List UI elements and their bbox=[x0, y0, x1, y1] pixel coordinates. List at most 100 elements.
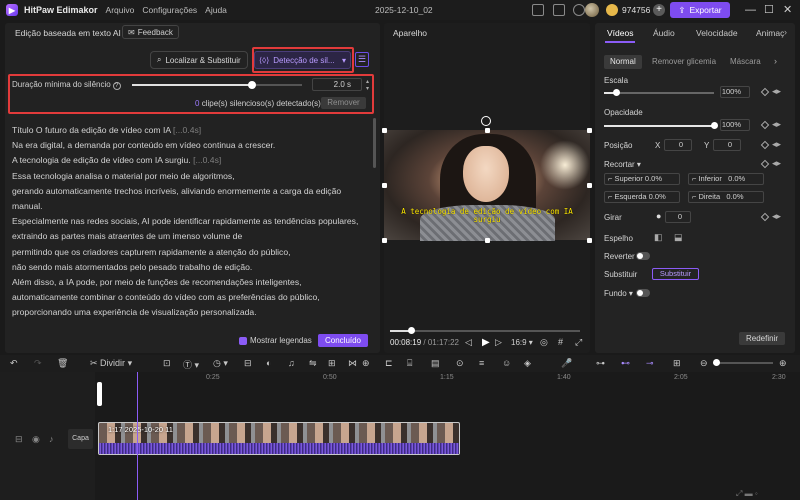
screen-icon[interactable] bbox=[532, 4, 544, 16]
scale-value[interactable]: 100% bbox=[720, 86, 750, 98]
freeze-icon[interactable]: ⊡ bbox=[163, 358, 171, 369]
resize-handle[interactable] bbox=[587, 128, 592, 133]
rotate-dial-icon[interactable]: ● bbox=[656, 211, 661, 221]
playhead[interactable] bbox=[137, 372, 138, 500]
settings-icon[interactable] bbox=[573, 4, 585, 16]
subtab-remove-background[interactable]: Remover glicemia bbox=[652, 55, 716, 69]
tab-animation[interactable]: Animaç bbox=[756, 28, 784, 38]
done-button[interactable]: Concluído bbox=[318, 334, 368, 347]
transcript-line[interactable]: Título O futuro da edição de vídeo com I… bbox=[12, 123, 367, 138]
export-button[interactable]: ⇪ Exportar bbox=[670, 2, 730, 18]
zoom-in-icon[interactable]: ⊕ bbox=[779, 358, 787, 369]
close-icon[interactable]: ✕ bbox=[783, 4, 792, 16]
mirror-tool-icon[interactable]: ⇋ bbox=[309, 358, 317, 369]
playback-progress[interactable] bbox=[390, 330, 580, 332]
transcript-line[interactable]: permitindo que os criadores capturem rap… bbox=[12, 245, 367, 260]
position-x-value[interactable]: 0 bbox=[664, 139, 692, 151]
grid-icon[interactable]: # bbox=[558, 337, 563, 347]
track-visibility-icon[interactable]: ◉ bbox=[32, 434, 40, 445]
remove-button[interactable]: Remover bbox=[321, 97, 366, 109]
split-button[interactable]: ✂ Dividir ▾ bbox=[90, 358, 132, 369]
microphone-icon[interactable]: 🎤 bbox=[561, 358, 572, 369]
transcript-scrollbar[interactable] bbox=[373, 118, 376, 168]
speed-icon[interactable]: ◷ ▾ bbox=[213, 358, 228, 369]
scale-slider-knob[interactable] bbox=[613, 89, 620, 96]
crop-left[interactable]: ⌐ Esquerda 0.0% bbox=[604, 191, 680, 203]
caption-icon[interactable]: ▤ bbox=[431, 358, 440, 369]
expand-icon[interactable]: ⤢ ▬ ◦ bbox=[736, 489, 758, 499]
ai-icon[interactable]: ⊕ bbox=[362, 358, 370, 369]
transition-icon[interactable]: ⋈ bbox=[348, 358, 357, 369]
crop-bottom[interactable]: ⌐ Inferior 0.0% bbox=[688, 173, 764, 185]
min-silence-slider-knob[interactable] bbox=[248, 81, 256, 89]
resize-handle[interactable] bbox=[587, 238, 592, 243]
caption-settings-icon[interactable]: ☰ bbox=[355, 52, 369, 67]
ratio-icon[interactable]: ⊞ bbox=[328, 358, 336, 369]
background-label[interactable]: Fundo ▾ bbox=[604, 289, 633, 298]
subtitle-icon[interactable]: ⌸ bbox=[407, 358, 412, 369]
layers-icon[interactable]: ≡ bbox=[479, 358, 484, 368]
link-icon[interactable]: ⊶ bbox=[596, 358, 605, 369]
resize-handle[interactable] bbox=[587, 183, 592, 188]
sticker-icon[interactable]: ☺ bbox=[502, 358, 511, 368]
transcript-text[interactable]: Título O futuro da edição de vídeo com I… bbox=[12, 123, 367, 321]
stepper-icon[interactable]: ▴ ▾ bbox=[366, 78, 369, 92]
avatar[interactable] bbox=[585, 3, 599, 17]
playhead-handle[interactable] bbox=[97, 382, 102, 406]
ai-tools-icon[interactable]: ◈ bbox=[524, 358, 531, 369]
subtab-normal[interactable]: Normal bbox=[604, 55, 642, 69]
next-frame-icon[interactable]: ▷ bbox=[495, 337, 502, 348]
resize-handle[interactable] bbox=[382, 128, 387, 133]
add-credits-button[interactable]: + bbox=[653, 4, 665, 16]
color-icon[interactable]: ◐ bbox=[266, 358, 271, 368]
reset-icon[interactable]: ◂▸ bbox=[772, 86, 781, 97]
reset-icon[interactable]: ◂▸ bbox=[772, 211, 781, 222]
show-captions-checkbox[interactable] bbox=[239, 337, 247, 345]
zoom-slider-knob[interactable] bbox=[713, 359, 720, 366]
undo-icon[interactable]: ↶ bbox=[10, 358, 18, 369]
chevron-right-icon[interactable]: › bbox=[784, 27, 787, 37]
resize-handle[interactable] bbox=[485, 128, 490, 133]
mail-icon[interactable] bbox=[553, 4, 565, 16]
transcript-line[interactable]: proporcionando uma experiência de visual… bbox=[12, 305, 367, 320]
position-y-value[interactable]: 0 bbox=[713, 139, 741, 151]
zoom-out-icon[interactable]: ⊖ bbox=[700, 358, 708, 369]
playback-progress-knob[interactable] bbox=[408, 327, 415, 334]
transcript-line[interactable]: Além disso, a IA pode, por meio de funçõ… bbox=[12, 275, 367, 290]
snap-icon[interactable]: ⊷ bbox=[621, 358, 630, 369]
reset-button[interactable]: Redefinir bbox=[739, 332, 785, 345]
magnet-icon[interactable]: ⊸ bbox=[646, 358, 654, 369]
scale-slider[interactable] bbox=[604, 92, 714, 94]
crop-icon[interactable]: ⊟ bbox=[244, 358, 252, 369]
track-mute-icon[interactable]: ♪ bbox=[49, 434, 54, 444]
track-icon[interactable]: ⊞ bbox=[673, 358, 681, 369]
fullscreen-icon[interactable]: ⤢ bbox=[575, 337, 582, 348]
redo-icon[interactable]: ↷ bbox=[34, 358, 42, 369]
transcript-line[interactable]: Essa tecnologia analisa o material por m… bbox=[12, 169, 367, 184]
rotate-icon[interactable] bbox=[481, 116, 491, 126]
replace-button[interactable]: Substituir bbox=[652, 268, 699, 280]
aspect-ratio-dropdown[interactable]: 16:9 ▾ bbox=[511, 338, 533, 347]
crop-label[interactable]: Recortar ▾ bbox=[604, 160, 641, 169]
crop-top[interactable]: ⌐ Superior 0.0% bbox=[604, 173, 680, 185]
menu-arquivo[interactable]: Arquivo bbox=[106, 5, 135, 15]
tab-videos[interactable]: Vídeos bbox=[607, 28, 633, 38]
zoom-slider[interactable] bbox=[713, 362, 773, 364]
reset-icon[interactable]: ◂▸ bbox=[772, 119, 781, 130]
cover-button[interactable]: Capa bbox=[68, 429, 93, 449]
minimize-icon[interactable]: — bbox=[745, 4, 756, 16]
menu-ajuda[interactable]: Ajuda bbox=[205, 5, 227, 15]
transcript-line[interactable]: Especialmente nas redes sociais, AI pode… bbox=[12, 214, 367, 229]
find-replace-button[interactable]: ⌕ Localizar & Substituir bbox=[150, 51, 248, 69]
resize-handle[interactable] bbox=[382, 238, 387, 243]
opacity-slider-knob[interactable] bbox=[711, 122, 718, 129]
reverse-toggle[interactable] bbox=[636, 252, 650, 260]
maximize-icon[interactable]: ☐ bbox=[764, 4, 774, 16]
transcript-line[interactable]: gerando automaticamente trechos incrívei… bbox=[12, 184, 367, 214]
resize-handle[interactable] bbox=[485, 238, 490, 243]
transcript-line[interactable]: não sendo mais atormentados pelo pesado … bbox=[12, 260, 367, 275]
menu-configuracoes[interactable]: Configurações bbox=[142, 5, 197, 15]
opacity-value[interactable]: 100% bbox=[720, 119, 750, 131]
crop-right[interactable]: ⌐ Direita 0.0% bbox=[688, 191, 764, 203]
previous-frame-icon[interactable]: ◁ bbox=[465, 337, 472, 348]
